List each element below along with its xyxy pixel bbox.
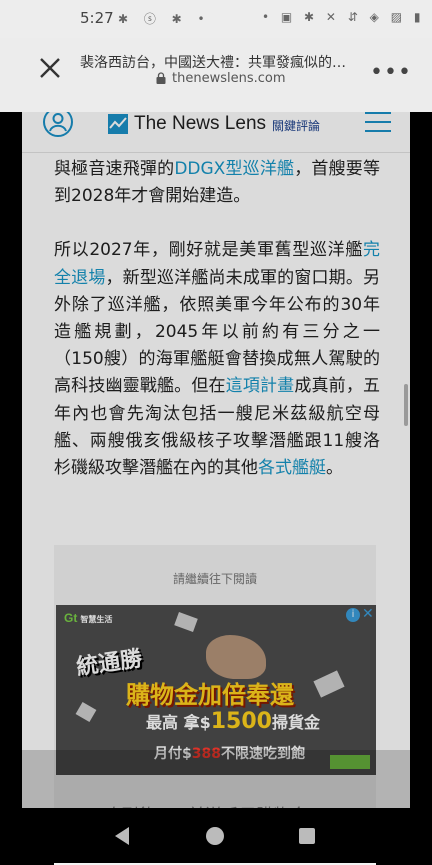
site-logo[interactable]: The News Lens — [134, 113, 266, 135]
article-link[interactable]: 這項計畫 — [226, 376, 295, 396]
article-body: 與極音速飛彈的DDGX型巡洋艦，首艘要等到2028年才會開始建造。 所以2027… — [54, 156, 380, 482]
site-header: The News Lens 關鍵評論 — [22, 107, 410, 153]
ad-info-icon[interactable]: i — [346, 608, 360, 622]
text-span: 所以2027年，剛好就是美軍舊型巡洋艦 — [54, 240, 363, 261]
back-icon[interactable] — [115, 827, 129, 845]
continue-reading-caption: 請繼續往下閱讀 — [172, 572, 257, 586]
rock-shape — [174, 612, 198, 632]
text-span: 。 — [326, 458, 343, 479]
brand-text: Gt — [64, 611, 78, 625]
article-link[interactable]: DDGX型巡洋艦 — [174, 159, 294, 179]
article-paragraph: 所以2027年，剛好就是美軍舊型巡洋艦完全退場，新型巡洋艦尚未成軍的窗口期。另外… — [54, 237, 380, 482]
rock-shape — [206, 635, 266, 679]
recents-icon[interactable] — [299, 828, 315, 844]
ad-close-icon[interactable]: ✕ — [362, 606, 374, 622]
hamburger-menu-icon[interactable] — [364, 110, 392, 134]
custom-tab-toolbar: 裴洛西訪台，中國送大禮：共軍發瘋似的… thenewslens.com ••• — [0, 38, 432, 112]
home-icon[interactable] — [206, 827, 224, 845]
notification-icons: ✱ ⓢ ✱ • — [118, 12, 211, 26]
ad-promo-title: 購物金加倍奉還 — [126, 681, 294, 709]
rock-shape — [313, 670, 345, 698]
status-bar: 5:27 ✱ ⓢ ✱ • • ▣ ✱ ✕ ⇵ ◈ ▨ ▮ — [0, 0, 432, 38]
site-logo-cn[interactable]: 關鍵評論 — [272, 117, 320, 134]
logo-mark-icon — [108, 114, 128, 134]
ad-promo-amount: 最高 拿$1500掃貨金 — [146, 709, 320, 734]
brand-sub: 智慧生活 — [80, 615, 113, 624]
system-status-icons: • ▣ ✱ ✕ ⇵ ◈ ▨ ▮ — [262, 10, 425, 24]
amount: 1500 — [210, 709, 272, 734]
text-span: 掃貨金 — [271, 713, 320, 732]
text-span: 與極音速飛彈的 — [54, 159, 175, 179]
article-link[interactable]: 各式艦艇 — [258, 458, 326, 478]
more-vert-icon[interactable]: ••• — [370, 60, 412, 85]
scrollbar[interactable] — [404, 384, 408, 426]
lock-icon — [156, 72, 166, 84]
ad-brand: Gt 智慧生活 — [64, 611, 112, 625]
text-span: 最高 拿$ — [146, 713, 211, 732]
system-nav-bar — [0, 808, 432, 863]
rock-shape — [75, 701, 97, 723]
article-paragraph: 與極音速飛彈的DDGX型巡洋艦，首艘要等到2028年才會開始建造。 — [54, 156, 380, 210]
page-title[interactable]: 裴洛西訪台，中國送大禮：共軍發瘋似的… — [80, 52, 346, 72]
close-icon[interactable] — [36, 54, 64, 82]
page-url[interactable]: thenewslens.com — [172, 71, 286, 86]
bottom-shade — [0, 750, 432, 808]
status-time: 5:27 — [80, 9, 114, 27]
